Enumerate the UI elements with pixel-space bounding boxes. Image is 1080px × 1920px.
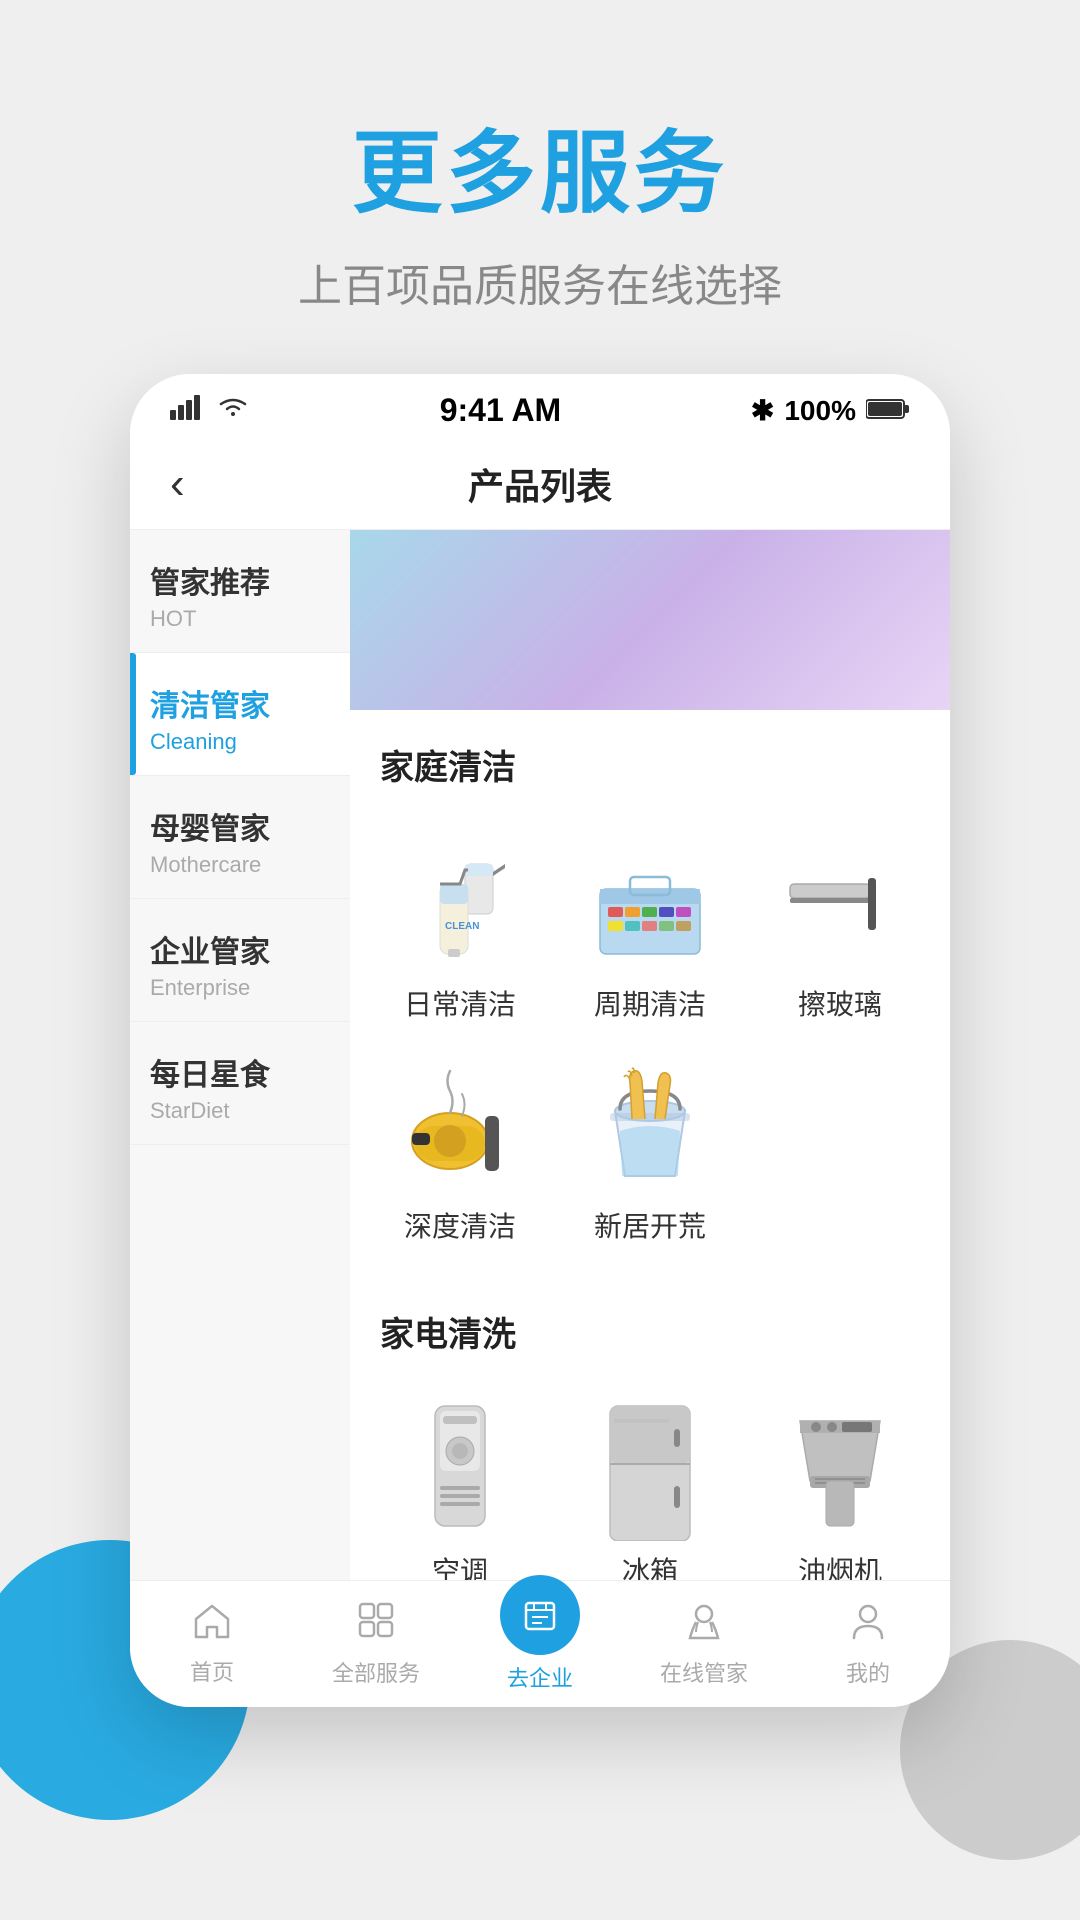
tab-home-icon — [192, 1601, 232, 1649]
sidebar-item-mothercare[interactable]: 母婴管家 Mothercare — [130, 776, 350, 899]
product-icon-ac — [395, 1406, 525, 1536]
section-home-cleaning: 家庭清洁 — [350, 710, 950, 823]
tab-enterprise-label: 去企业 — [507, 1661, 573, 1693]
sidebar-item-cn-stardiet: 每日星食 — [150, 1050, 330, 1094]
sidebar-item-cn-mothercare: 母婴管家 — [150, 804, 330, 848]
product-grid-home: CLEAN 日常清洁 — [350, 823, 950, 1277]
status-bar: 9:41 AM ✱ 100% — [130, 374, 950, 439]
product-name-window: 擦玻璃 — [798, 983, 882, 1023]
product-deep-clean[interactable]: 深度清洁 — [370, 1045, 550, 1257]
tab-enterprise[interactable]: 去企业 — [458, 1595, 622, 1693]
sidebar-item-en-hot: HOT — [150, 606, 330, 632]
product-ac[interactable]: 空调 — [370, 1390, 550, 1580]
product-icon-daily: CLEAN — [395, 839, 525, 969]
product-icon-fridge — [585, 1406, 715, 1536]
tab-mine-label: 我的 — [846, 1656, 890, 1688]
product-name-hood: 油烟机 — [798, 1550, 882, 1580]
product-icon-deep — [395, 1061, 525, 1191]
product-name-deep: 深度清洁 — [404, 1205, 516, 1245]
product-icon-new-home — [585, 1061, 715, 1191]
tab-manager[interactable]: 在线管家 — [622, 1600, 786, 1688]
product-icon-window — [775, 839, 905, 969]
tab-services[interactable]: 全部服务 — [294, 1600, 458, 1688]
sidebar-item-en-enterprise: Enterprise — [150, 975, 330, 1001]
tab-manager-label: 在线管家 — [660, 1656, 748, 1688]
status-time: 9:41 AM — [440, 392, 562, 429]
product-window-clean[interactable]: 擦玻璃 — [750, 823, 930, 1035]
bluetooth-icon: ✱ — [751, 394, 774, 427]
content-area: 管家推荐 HOT 清洁管家 Cleaning 母婴管家 Mothercare 企… — [130, 530, 950, 1580]
sidebar-item-cn-cleaning: 清洁管家 — [150, 681, 330, 725]
signal-icon — [170, 394, 206, 427]
product-periodic-cleaning[interactable]: 周期清洁 — [560, 823, 740, 1035]
tab-mine[interactable]: 我的 — [786, 1600, 950, 1688]
sidebar-item-en-mothercare: Mothercare — [150, 852, 330, 878]
battery-percent: 100% — [784, 395, 856, 427]
product-icon-hood — [775, 1406, 905, 1536]
tab-services-label: 全部服务 — [332, 1656, 420, 1688]
status-signal — [170, 394, 250, 427]
product-name-ac: 空调 — [432, 1550, 488, 1580]
tab-enterprise-icon — [500, 1575, 580, 1655]
battery-icon — [866, 395, 910, 427]
product-name-fridge: 冰箱 — [622, 1550, 678, 1580]
phone-mockup: 9:41 AM ✱ 100% ‹ 产品列表 管家推荐 HOT — [130, 374, 950, 1707]
product-hood[interactable]: 油烟机 — [750, 1390, 930, 1580]
nav-title: 产品列表 — [468, 458, 612, 510]
product-new-home[interactable]: 新居开荒 — [560, 1045, 740, 1257]
page-header: 更多服务 上百项品质服务在线选择 — [0, 0, 1080, 374]
sidebar-item-enterprise[interactable]: 企业管家 Enterprise — [130, 899, 350, 1022]
product-daily-cleaning[interactable]: CLEAN 日常清洁 — [370, 823, 550, 1035]
sidebar-item-stardiet[interactable]: 每日星食 StarDiet — [130, 1022, 350, 1145]
nav-bar: ‹ 产品列表 — [130, 439, 950, 530]
svg-text:CLEAN: CLEAN — [445, 921, 479, 932]
status-right: ✱ 100% — [751, 394, 910, 427]
sidebar-item-hot[interactable]: 管家推荐 HOT — [130, 530, 350, 653]
sidebar-item-en-cleaning: Cleaning — [150, 729, 330, 755]
product-icon-periodic — [585, 839, 715, 969]
back-button[interactable]: ‹ — [170, 459, 185, 509]
sidebar-item-cn-hot: 管家推荐 — [150, 558, 330, 602]
product-grid-appliance: 空调 冰箱 — [350, 1390, 950, 1580]
banner — [350, 530, 950, 710]
sidebar-item-en-stardiet: StarDiet — [150, 1098, 330, 1124]
tab-manager-icon — [684, 1600, 724, 1650]
product-fridge[interactable]: 冰箱 — [560, 1390, 740, 1580]
product-name-daily: 日常清洁 — [404, 983, 516, 1023]
section-title-home: 家庭清洁 — [380, 740, 920, 789]
sidebar: 管家推荐 HOT 清洁管家 Cleaning 母婴管家 Mothercare 企… — [130, 530, 350, 1580]
wifi-icon — [216, 394, 250, 427]
main-panel: 家庭清洁 CLEAN — [350, 530, 950, 1580]
tab-bar: 首页 全部服务 — [130, 1580, 950, 1707]
product-name-new-home: 新居开荒 — [594, 1205, 706, 1245]
sidebar-item-cn-enterprise: 企业管家 — [150, 927, 330, 971]
sub-title: 上百项品质服务在线选择 — [0, 250, 1080, 314]
section-title-appliance: 家电清洗 — [380, 1307, 920, 1356]
tab-home-label: 首页 — [190, 1655, 234, 1687]
tab-services-icon — [356, 1600, 396, 1650]
main-title: 更多服务 — [0, 100, 1080, 230]
section-appliance: 家电清洗 — [350, 1277, 950, 1390]
sidebar-item-cleaning[interactable]: 清洁管家 Cleaning — [130, 653, 350, 776]
tab-mine-icon — [848, 1600, 888, 1650]
product-name-periodic: 周期清洁 — [594, 983, 706, 1023]
tab-home[interactable]: 首页 — [130, 1601, 294, 1687]
